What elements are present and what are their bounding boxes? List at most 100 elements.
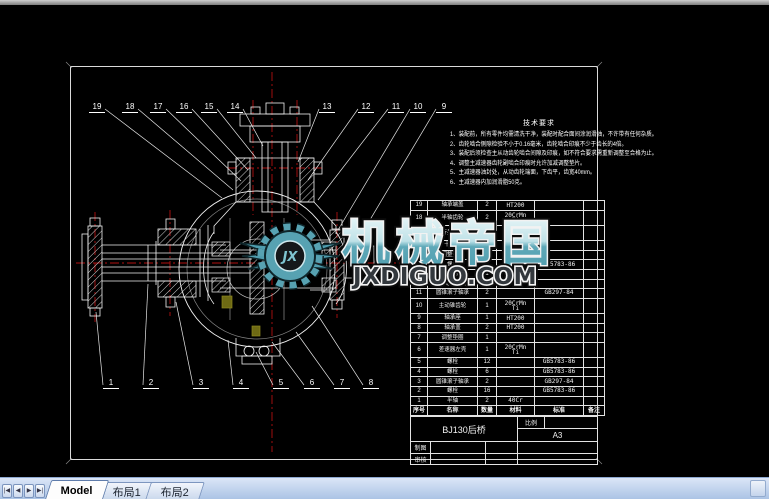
parts-cell: [496, 332, 535, 343]
part-callout-14: 14: [227, 102, 243, 113]
tab-nav-prev-button[interactable]: ◀: [13, 484, 23, 498]
parts-cell: 20CrMn Ti: [496, 297, 535, 314]
parts-cell: 19: [410, 200, 428, 211]
notes-line: 4、调整主减速器齿轮副啮合印痕时允许加减调整垫片。: [450, 160, 586, 167]
parts-cell: 1: [477, 312, 497, 324]
parts-cell: 15: [410, 249, 428, 261]
parts-cell: 2: [477, 322, 497, 334]
part-callout-16: 16: [176, 102, 192, 113]
tabbar-scroll-thumb[interactable]: [750, 480, 766, 497]
parts-cell: [583, 357, 605, 368]
part-callout-12: 12: [358, 102, 374, 113]
part-callout-19: 19: [89, 102, 105, 113]
layout-tabs: Model 布局1 布局2: [44, 478, 205, 499]
parts-cell: 20CrMn Ti: [496, 341, 535, 359]
part-callout-8: 8: [363, 378, 379, 389]
parts-cell: [534, 278, 584, 290]
parts-cell: [534, 332, 584, 343]
part-callout-11: 11: [388, 102, 404, 113]
parts-cell: [583, 341, 605, 359]
parts-cell: 8: [410, 322, 428, 334]
parts-cell: 2: [477, 224, 497, 241]
part-callout-9: 9: [436, 102, 452, 113]
parts-cell: [534, 224, 584, 241]
parts-cell: [583, 278, 605, 290]
part-callout-4: 4: [233, 378, 249, 389]
parts-cell: HT200: [496, 322, 535, 334]
parts-cell: 调整垫圈: [427, 332, 478, 343]
right-flange: [310, 219, 375, 310]
parts-cell: 11: [410, 288, 428, 299]
parts-cell: 18: [410, 209, 428, 226]
parts-cell: GB5783-86: [534, 259, 584, 270]
parts-cell: 7: [410, 332, 428, 343]
parts-cell: 行星齿轮: [427, 224, 478, 241]
centerlines: [76, 72, 400, 452]
parts-cell: 20CrMn Ti: [496, 209, 535, 226]
parts-cell: 调整垫片: [427, 249, 478, 261]
part-callout-6: 6: [304, 378, 320, 389]
parts-header-cell: 数量: [477, 405, 497, 416]
notes-title: 技术要求: [523, 120, 555, 127]
parts-cell: 12: [477, 357, 497, 368]
parts-cell: 1: [477, 239, 497, 251]
parts-header-cell: 材料: [496, 405, 535, 416]
tab-label: 布局1: [112, 486, 141, 499]
parts-cell: 1: [477, 332, 497, 343]
parts-cell: GB5783-86: [534, 366, 584, 378]
parts-cell: [496, 278, 535, 290]
title-block: BJ130后桥 比例 A3 制图 审核: [410, 416, 598, 465]
parts-cell: 1: [477, 268, 497, 280]
tab-nav-first-button[interactable]: |◀: [2, 484, 12, 498]
parts-cell: 半轴齿轮: [427, 209, 478, 226]
model-space-viewport[interactable]: 技术要求 1、装配前，所有零件均需清洗干净，装配时配合面间涂润滑油，不许带有任何…: [0, 5, 769, 477]
tab-布局2[interactable]: 布局2: [144, 482, 205, 499]
differential-case: [178, 190, 347, 348]
tab-nav-next-button[interactable]: ▶: [24, 484, 34, 498]
leader-lines: [95, 108, 437, 386]
parts-cell: [583, 395, 605, 407]
notes-line: 3、装配后须检查主从动齿轮啮合间隙及印痕，如不符合要求需重新调整至合格为止。: [450, 151, 658, 157]
parts-cell: [496, 288, 535, 299]
parts-cell: [534, 200, 584, 211]
tab-nav-last-button[interactable]: ▶|: [35, 484, 45, 498]
parts-cell: [534, 322, 584, 334]
drawing-title: BJ130后桥: [410, 416, 518, 442]
parts-cell: 2: [477, 395, 497, 407]
parts-cell: [583, 385, 605, 397]
parts-cell: [496, 357, 535, 368]
parts-cell: [496, 366, 535, 378]
parts-cell: 14: [410, 259, 428, 270]
parts-cell: GB297-84: [534, 376, 584, 387]
cad-application-window: 技术要求 1、装配前，所有零件均需清洗干净，装配时配合面间涂润滑油，不许带有任何…: [0, 0, 769, 499]
parts-cell: [583, 297, 605, 314]
tab-Model[interactable]: Model: [44, 480, 110, 499]
parts-cell: [496, 385, 535, 397]
assembly-drawing: [65, 61, 603, 465]
parts-cell: HT200: [496, 312, 535, 324]
parts-cell: 6: [477, 366, 497, 378]
parts-cell: [534, 249, 584, 261]
notes-line: 6、主减速器内加润滑脂50克。: [450, 179, 526, 186]
parts-header-cell: 标准: [534, 405, 584, 416]
parts-cell: [534, 312, 584, 324]
parts-cell: 16: [477, 385, 497, 397]
parts-cell: [534, 239, 584, 251]
parts-cell: GB5783-86: [534, 357, 584, 368]
parts-cell: 8: [477, 259, 497, 270]
checked-label: 审核: [410, 453, 431, 465]
parts-cell: 16: [410, 239, 428, 251]
parts-cell: 轴承盖: [427, 322, 478, 334]
part-callout-13: 13: [319, 102, 335, 113]
parts-cell: [534, 341, 584, 359]
parts-cell: 螺栓: [427, 259, 478, 270]
parts-cell: [534, 209, 584, 226]
part-callout-10: 10: [410, 102, 426, 113]
parts-cell: 40Cr: [496, 395, 535, 407]
parts-cell: 螺栓: [427, 357, 478, 368]
layout-tab-bar: |◀ ◀ ▶ ▶| Model 布局1 布局2: [0, 477, 769, 499]
parts-cell: [583, 259, 605, 270]
parts-cell: 螺栓: [427, 366, 478, 378]
parts-cell: 13: [410, 268, 428, 280]
parts-cell: [583, 322, 605, 334]
